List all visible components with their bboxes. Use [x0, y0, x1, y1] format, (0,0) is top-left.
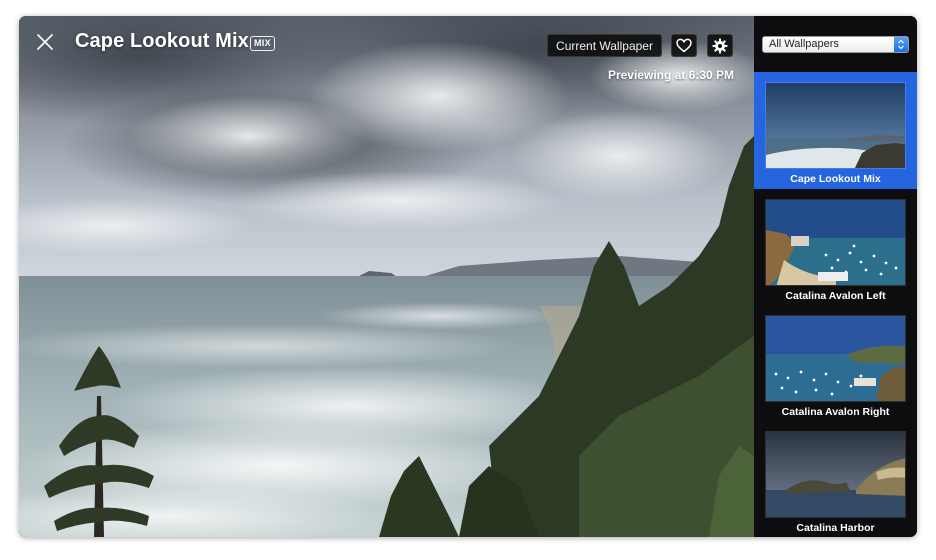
wallpaper-title: Cape Lookout Mix	[75, 30, 249, 52]
wallpaper-sidebar: All Wallpapers Cape Lookout Mix Catalina…	[754, 16, 917, 537]
wallpaper-item-catalina-harbor[interactable]: Catalina Harbor	[754, 421, 917, 537]
wallpaper-item-catalina-avalon-right[interactable]: Catalina Avalon Right	[754, 305, 917, 422]
wallpaper-preview: Cape Lookout Mix MIX Current Wallpaper P…	[19, 16, 754, 537]
close-button[interactable]	[33, 30, 57, 54]
current-wallpaper-button[interactable]: Current Wallpaper	[547, 34, 662, 57]
wallpaper-thumbnail	[765, 431, 906, 518]
wallpaper-thumbnail	[765, 199, 906, 286]
preview-time: Previewing at 6:30 PM	[607, 68, 734, 82]
title-bar: Cape Lookout Mix MIX Current Wallpaper P…	[19, 16, 754, 106]
close-icon	[37, 34, 53, 50]
favorite-button[interactable]	[671, 34, 697, 57]
wallpaper-item-label: Catalina Harbor	[796, 522, 875, 534]
select-arrows-icon	[894, 37, 908, 52]
wallpaper-filter-select[interactable]: All Wallpapers	[762, 36, 909, 53]
wallpaper-item-catalina-avalon-left[interactable]: Catalina Avalon Left	[754, 189, 917, 306]
wallpaper-item-label: Catalina Avalon Left	[785, 290, 886, 302]
wallpaper-thumbnail	[765, 82, 906, 169]
wallpaper-item-label: Catalina Avalon Right	[781, 406, 890, 418]
app-window: Cape Lookout Mix MIX Current Wallpaper P…	[19, 16, 917, 537]
settings-button[interactable]	[707, 34, 733, 57]
wallpaper-thumbnail	[765, 315, 906, 402]
wallpaper-item-cape-lookout-mix[interactable]: Cape Lookout Mix	[754, 72, 917, 189]
filter-select-value: All Wallpapers	[769, 38, 839, 50]
heart-icon	[676, 38, 692, 53]
wallpaper-item-label: Cape Lookout Mix	[790, 173, 881, 185]
gear-icon	[712, 38, 728, 53]
mix-badge: MIX	[250, 36, 275, 51]
